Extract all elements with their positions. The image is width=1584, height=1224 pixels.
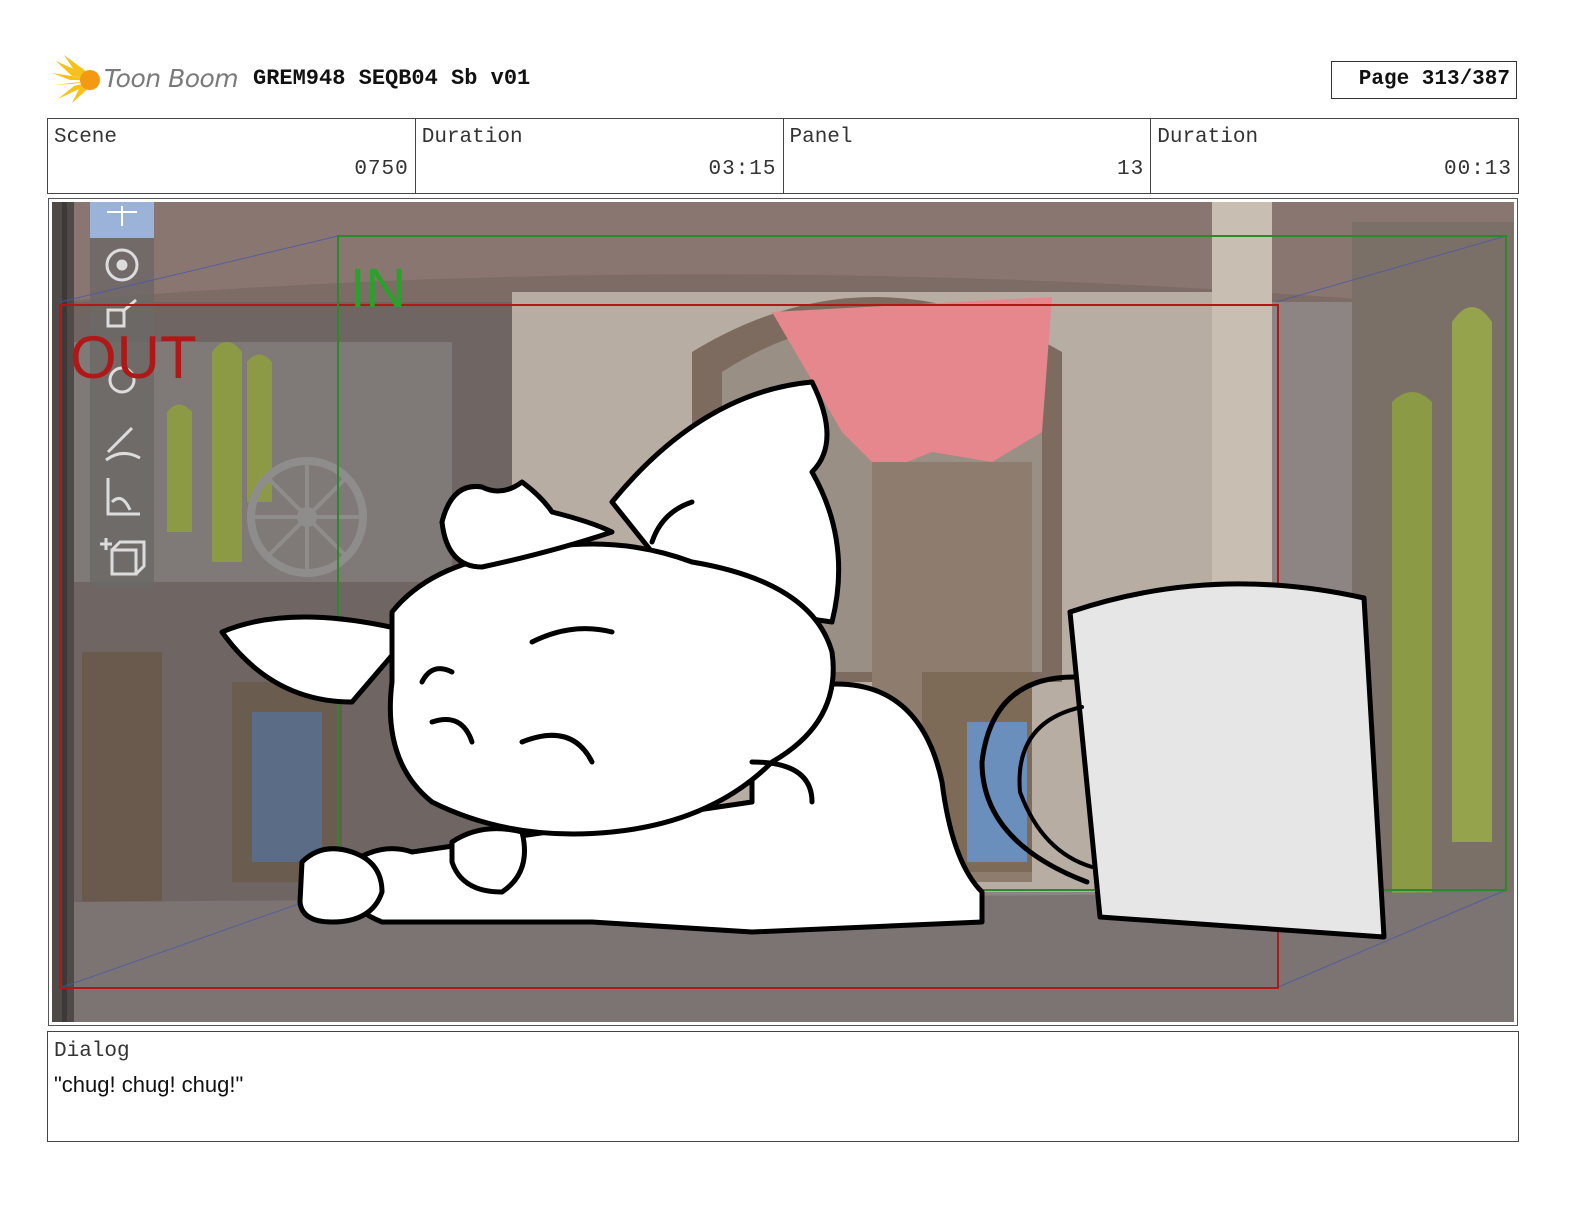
dialog-box: Dialog "chug! chug! chug!"	[47, 1031, 1519, 1142]
panel-duration-value: 00:13	[1443, 158, 1512, 181]
storyboard-panel-image: OUT IN	[52, 202, 1514, 1022]
scene-label: Scene	[54, 126, 118, 149]
panel-drawing: OUT IN	[52, 202, 1514, 1022]
scene-value: 0750	[354, 158, 409, 181]
document-title: GREM948 SEQB04 Sb v01	[253, 66, 531, 91]
scene-duration-label: Duration	[421, 126, 523, 149]
logo-text: Toon Boom	[104, 64, 239, 93]
panel-cell: Panel 13	[784, 119, 1152, 193]
panel-duration-cell: Duration 00:13	[1151, 119, 1518, 193]
page-number: Page 313/387	[1358, 68, 1510, 91]
page-indicator: Page 313/387	[1331, 61, 1517, 99]
panel-label: Panel	[789, 126, 853, 149]
dialog-label: Dialog	[54, 1040, 130, 1063]
panel-info-table: Scene 0750 Duration 03:15 Panel 13 Durat…	[47, 118, 1519, 194]
panel-duration-label: Duration	[1157, 126, 1259, 149]
scene-duration-value: 03:15	[708, 158, 777, 181]
scene-cell: Scene 0750	[48, 119, 416, 193]
dialog-text: "chug! chug! chug!"	[54, 1072, 244, 1097]
scene-duration-cell: Duration 03:15	[416, 119, 784, 193]
in-label: IN	[350, 256, 406, 319]
starburst-icon	[52, 55, 100, 103]
out-label: OUT	[70, 324, 197, 391]
panel-value: 13	[1117, 158, 1145, 181]
